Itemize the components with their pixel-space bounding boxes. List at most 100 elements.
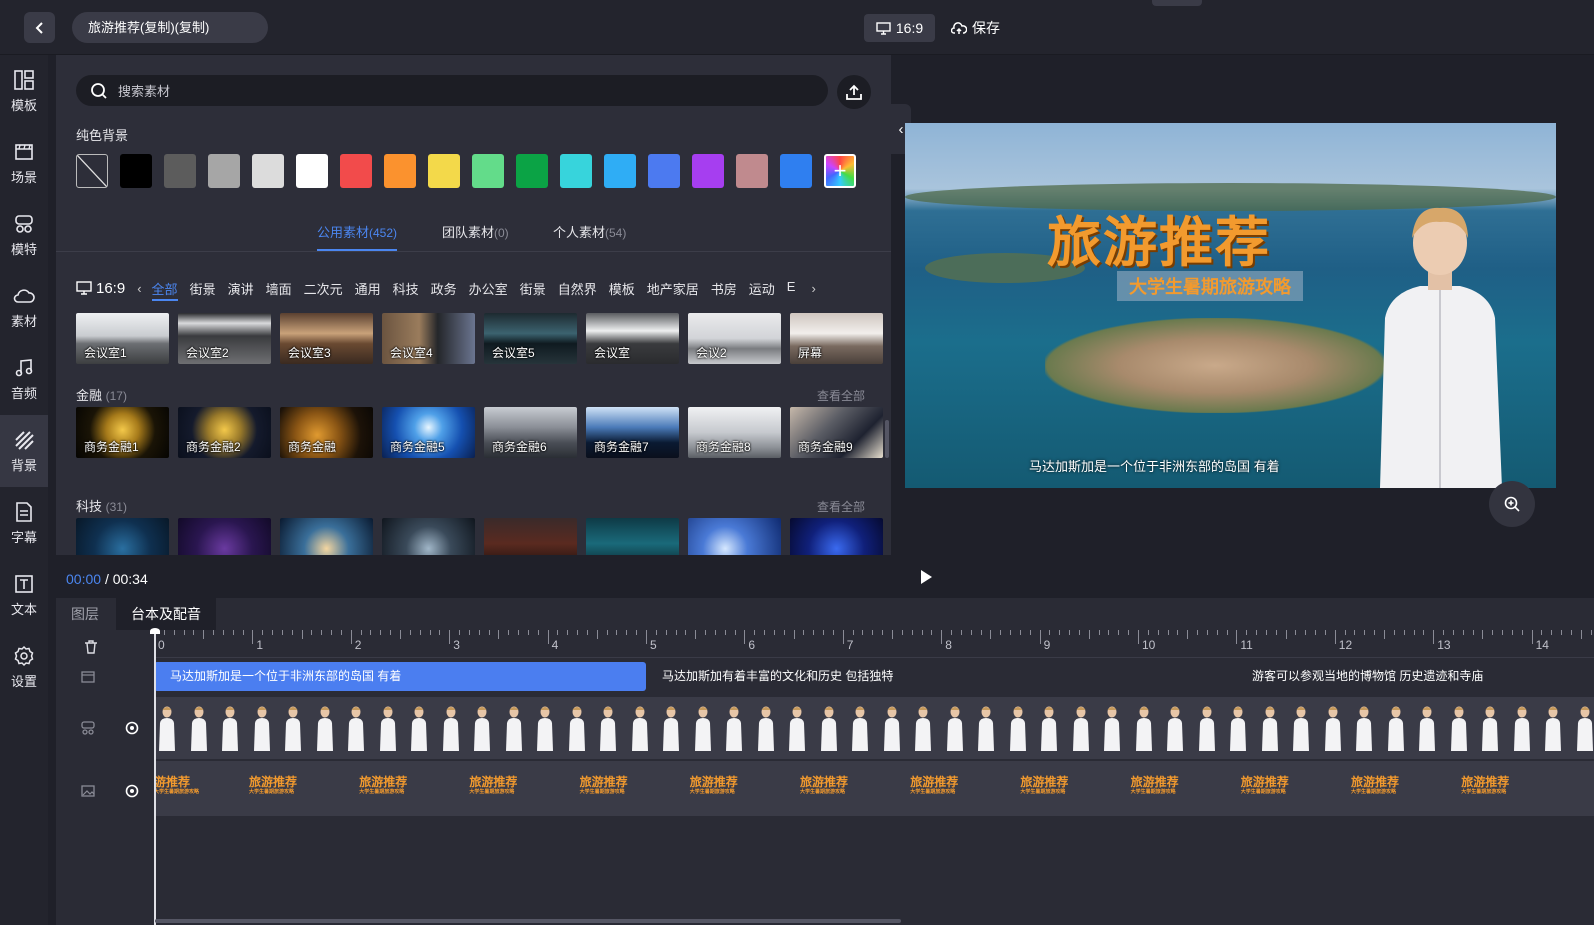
color-swatch[interactable] <box>736 154 768 188</box>
avatar-track-settings-icon[interactable] <box>124 720 140 736</box>
material-thumbnail[interactable] <box>586 518 679 555</box>
ratio-filter[interactable]: 16:9 <box>76 280 125 297</box>
material-thumbnail[interactable]: 商务金融1 <box>76 407 169 458</box>
presenter-avatar[interactable] <box>1360 198 1520 488</box>
image-track[interactable]: 游推荐 大学生暑期旅游攻略 旅游推荐 大学生暑期旅游攻略 旅游推荐 大学生暑期旅游攻略 旅游… <box>154 761 1594 816</box>
sidebar-item-audio[interactable]: 音频 <box>0 343 48 415</box>
material-thumbnail[interactable]: 商务金融5 <box>382 407 475 458</box>
aspect-ratio-button[interactable]: 16:9 <box>864 14 935 42</box>
color-swatch[interactable] <box>208 154 240 188</box>
trash-icon[interactable] <box>83 639 99 655</box>
material-thumbnail[interactable]: 会议室1 <box>76 313 169 364</box>
canvas-title[interactable]: 旅游推荐 <box>1047 198 1271 277</box>
category-next-icon[interactable]: › <box>811 281 815 296</box>
category-item[interactable]: 自然界 <box>558 279 597 298</box>
subtitle-clip[interactable]: 马达加斯加是一个位于非洲东部的岛国 有着 <box>154 662 646 691</box>
custom-color-button[interactable] <box>824 154 856 188</box>
project-title[interactable]: 旅游推荐(复制)(复制) <box>72 12 268 43</box>
material-thumbnail[interactable] <box>688 518 781 555</box>
color-swatch[interactable] <box>164 154 196 188</box>
material-thumbnail[interactable]: 会议室3 <box>280 313 373 364</box>
material-thumbnail[interactable] <box>382 518 475 555</box>
sidebar-item-background[interactable]: 背景 <box>0 415 48 487</box>
play-icon[interactable] <box>918 569 934 585</box>
material-thumbnail[interactable] <box>76 518 169 555</box>
save-button[interactable]: 保存 <box>951 14 1000 42</box>
sidebar-item-template[interactable]: 模板 <box>0 55 48 127</box>
material-thumbnail[interactable] <box>178 518 271 555</box>
material-thumbnail[interactable]: 商务金融 <box>280 407 373 458</box>
swatch-none[interactable] <box>76 154 108 188</box>
top-handle[interactable] <box>1152 0 1202 6</box>
color-swatch[interactable] <box>516 154 548 188</box>
color-swatch[interactable] <box>780 154 812 188</box>
material-thumbnail[interactable]: 会议室 <box>586 313 679 364</box>
back-button[interactable] <box>24 12 55 43</box>
category-item[interactable]: 书房 <box>711 279 737 298</box>
zoom-button[interactable] <box>1489 481 1535 527</box>
category-item[interactable]: 办公室 <box>469 279 508 298</box>
see-all-finance[interactable]: 查看全部 <box>817 387 865 404</box>
color-swatch[interactable] <box>604 154 636 188</box>
timeline-scrollbar[interactable] <box>155 919 901 923</box>
category-item[interactable]: 政务 <box>431 279 457 298</box>
avatar-track[interactable] <box>154 697 1594 759</box>
material-thumbnail[interactable] <box>484 518 577 555</box>
color-swatch[interactable] <box>340 154 372 188</box>
search-input[interactable]: 搜索素材 <box>118 81 170 100</box>
sidebar-item-settings[interactable]: 设置 <box>0 631 48 703</box>
color-swatch[interactable] <box>384 154 416 188</box>
category-item[interactable]: 科技 <box>393 279 419 298</box>
material-thumbnail[interactable]: 商务金融7 <box>586 407 679 458</box>
category-item[interactable]: E <box>787 279 796 298</box>
material-thumbnail[interactable] <box>790 518 883 555</box>
material-thumbnail[interactable]: 会议2 <box>688 313 781 364</box>
category-item[interactable]: 通用 <box>355 279 381 298</box>
category-item[interactable]: 地产家居 <box>647 279 699 298</box>
color-swatch[interactable] <box>648 154 680 188</box>
color-swatch[interactable] <box>472 154 504 188</box>
material-thumbnail[interactable]: 商务金融9 <box>790 407 883 458</box>
subtitle-clip[interactable]: 马达加斯加有着丰富的文化和历史 包括独特 <box>646 662 1206 691</box>
tab-script-voice[interactable]: 台本及配音 <box>116 598 216 630</box>
material-thumbnail[interactable]: 会议室4 <box>382 313 475 364</box>
material-thumbnail[interactable]: 商务金融2 <box>178 407 271 458</box>
color-swatch[interactable] <box>296 154 328 188</box>
color-swatch[interactable] <box>560 154 592 188</box>
upload-button[interactable] <box>837 75 871 109</box>
search-bar[interactable]: 搜索素材 <box>76 75 828 106</box>
preview-canvas[interactable]: 旅游推荐 大学生暑期旅游攻略 马达加斯加是一个位于非洲东部的岛国 有着 <box>905 123 1556 488</box>
category-prev-icon[interactable]: ‹ <box>137 281 141 296</box>
tab-personal[interactable]: 个人素材(54) <box>553 222 626 241</box>
category-item[interactable]: 街景 <box>520 279 546 298</box>
canvas-subtitle[interactable]: 大学生暑期旅游攻略 <box>1117 271 1303 301</box>
playhead[interactable] <box>150 628 160 925</box>
color-swatch[interactable] <box>252 154 284 188</box>
category-item[interactable]: 运动 <box>749 279 775 298</box>
material-thumbnail[interactable]: 屏幕 <box>790 313 883 364</box>
tab-layers[interactable]: 图层 <box>56 598 114 630</box>
panel-scrollbar[interactable] <box>885 420 889 458</box>
sidebar-item-scene[interactable]: 场景 <box>0 127 48 199</box>
sidebar-item-text[interactable]: 文本 <box>0 559 48 631</box>
category-item[interactable]: 二次元 <box>304 279 343 298</box>
material-thumbnail[interactable]: 商务金融8 <box>688 407 781 458</box>
sidebar-item-material[interactable]: 素材 <box>0 271 48 343</box>
tab-public[interactable]: 公用素材(452) <box>317 222 398 251</box>
material-thumbnail[interactable]: 会议室5 <box>484 313 577 364</box>
category-item[interactable]: 墙面 <box>266 279 292 298</box>
category-item[interactable]: 街景 <box>190 279 216 298</box>
see-all-tech[interactable]: 查看全部 <box>817 498 865 515</box>
tab-team[interactable]: 团队素材(0) <box>442 222 509 241</box>
sidebar-item-subtitle[interactable]: 字幕 <box>0 487 48 559</box>
category-item[interactable]: 模板 <box>609 279 635 298</box>
material-thumbnail[interactable] <box>280 518 373 555</box>
color-swatch[interactable] <box>120 154 152 188</box>
canvas-caption[interactable]: 马达加斯加是一个位于非洲东部的岛国 有着 <box>1029 456 1280 475</box>
sidebar-item-avatar[interactable]: 模特 <box>0 199 48 271</box>
material-thumbnail[interactable]: 会议室2 <box>178 313 271 364</box>
subtitle-clip[interactable]: 游客可以参观当地的博物馆 历史遗迹和寺庙 <box>1236 662 1594 691</box>
material-thumbnail[interactable]: 商务金融6 <box>484 407 577 458</box>
category-item[interactable]: 演讲 <box>228 279 254 298</box>
color-swatch[interactable] <box>428 154 460 188</box>
